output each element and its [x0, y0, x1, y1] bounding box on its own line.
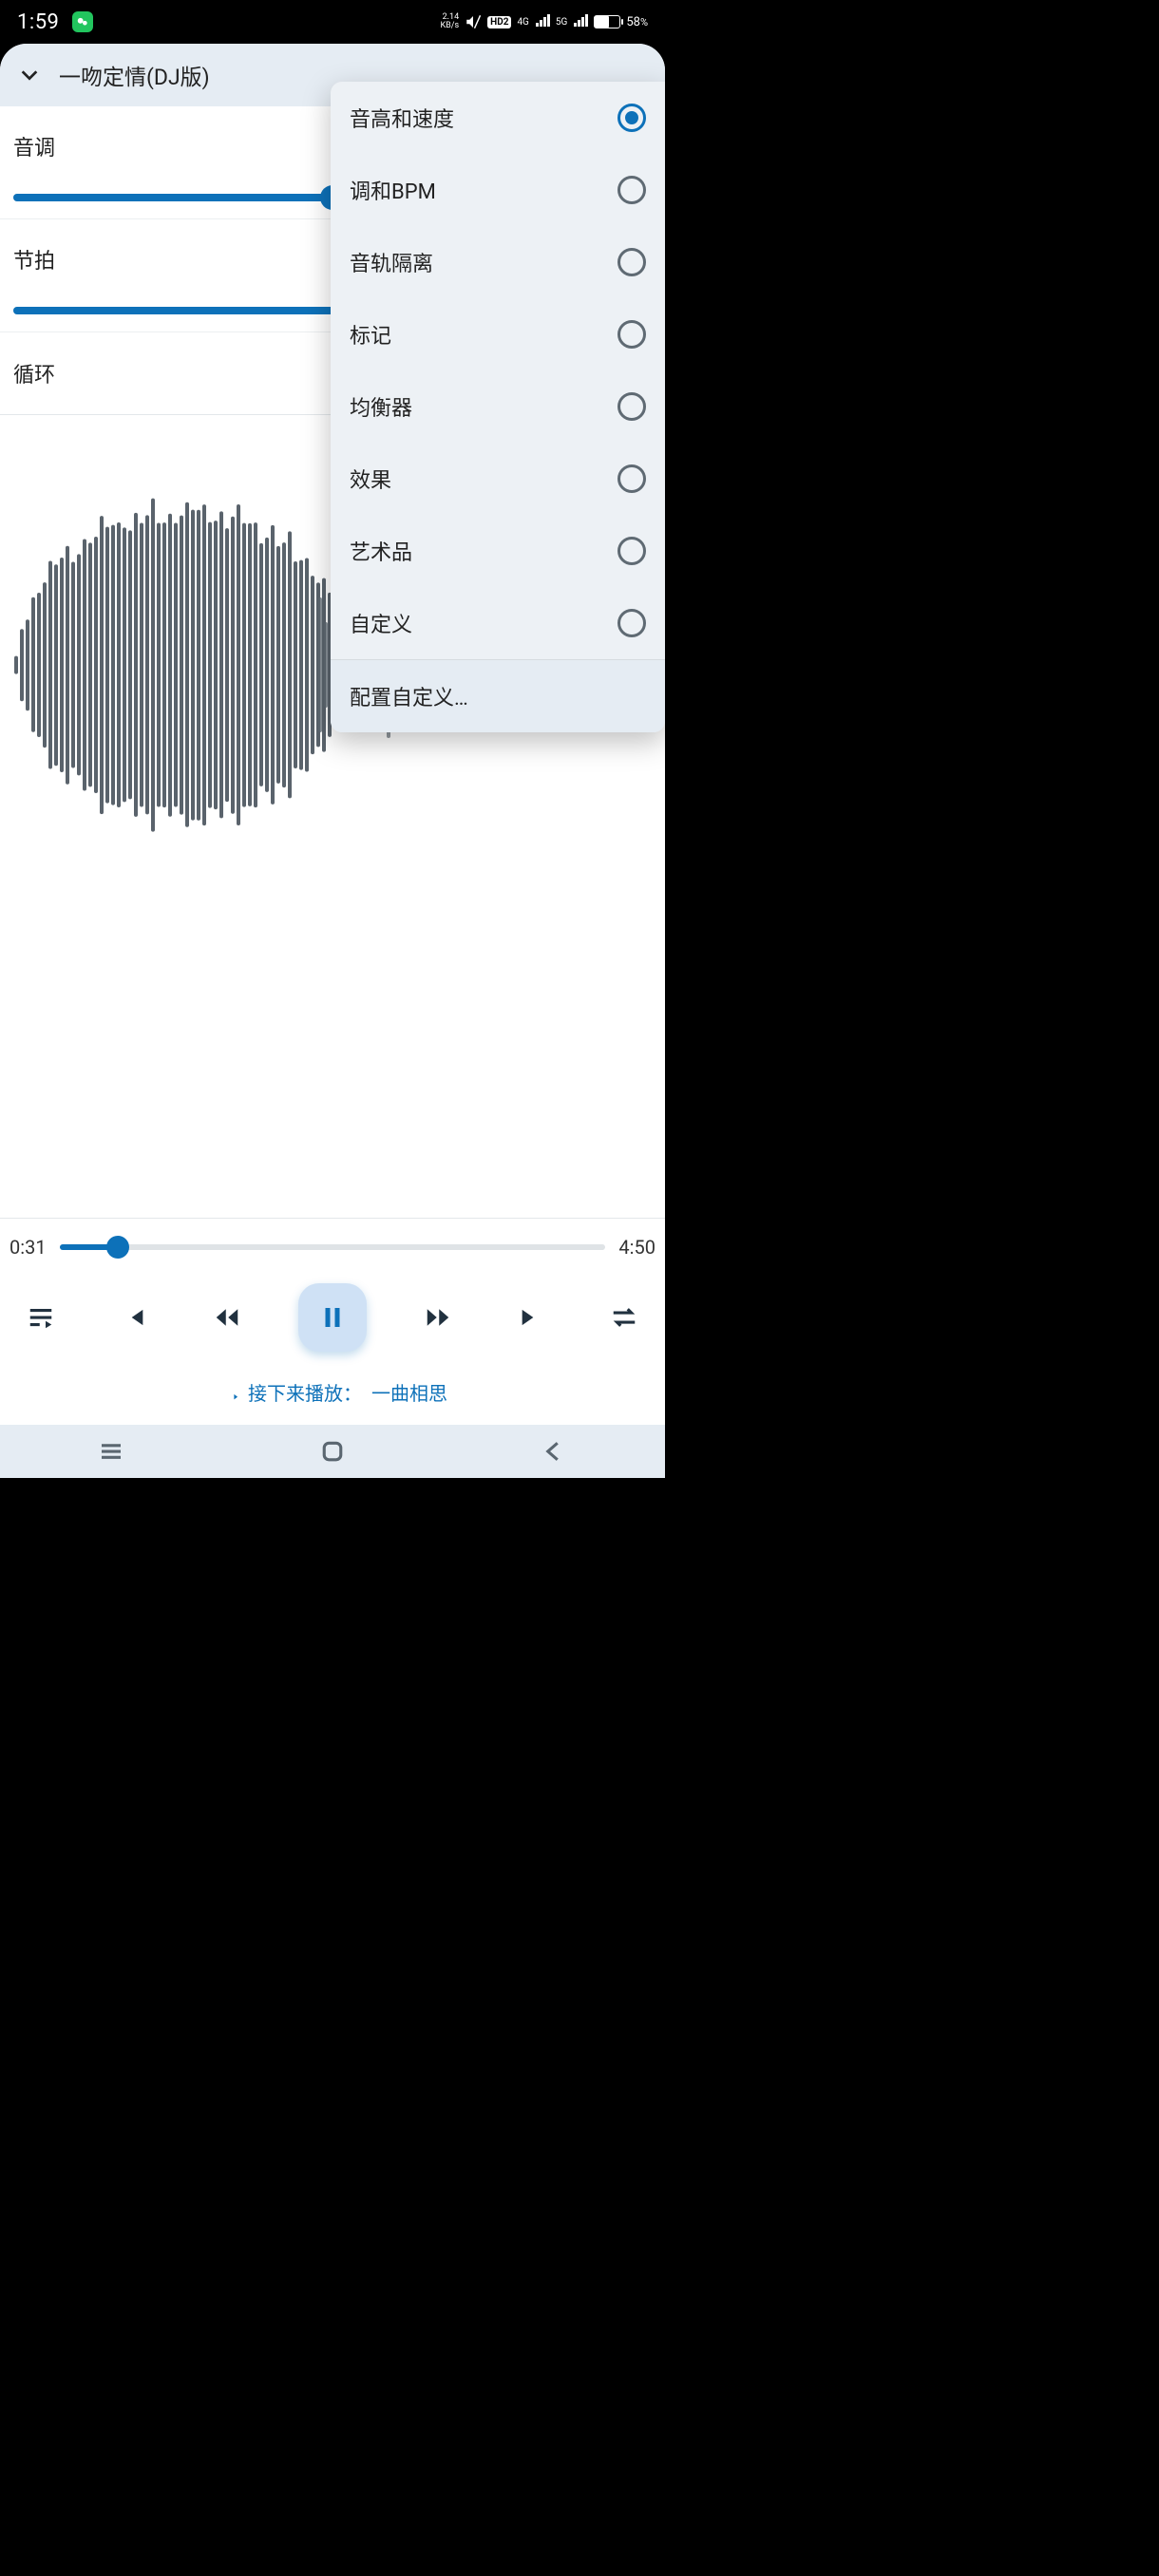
tempo-label: 节拍 — [13, 244, 55, 275]
battery-percent: 58% — [626, 15, 648, 29]
configure-custom-button[interactable]: 配置自定义… — [331, 660, 665, 732]
menu-option-label: 音高和速度 — [350, 103, 454, 133]
menu-option-7[interactable]: 自定义 — [331, 587, 665, 659]
net2-label: 5G — [556, 17, 567, 28]
hd2-badge: HD2 — [487, 16, 511, 28]
previous-track-button[interactable] — [112, 1296, 156, 1339]
view-options-menu: 音高和速度调和BPM 音轨隔离标记均衡器效果艺术品自定义配置自定义… — [331, 82, 665, 732]
menu-option-1[interactable]: 调和BPM — [331, 154, 665, 226]
menu-option-4[interactable]: 均衡器 — [331, 370, 665, 443]
menu-option-label: 音轨隔离 — [350, 247, 433, 277]
rewind-button[interactable] — [205, 1296, 249, 1339]
system-nav-bar — [0, 1425, 665, 1478]
up-next-track: 一曲相思 — [371, 1378, 447, 1406]
seek-slider[interactable] — [60, 1244, 606, 1250]
total-time: 4:50 — [618, 1236, 656, 1259]
radio-icon — [618, 104, 646, 132]
up-next-prefix: 接下来播放： — [248, 1378, 362, 1406]
status-time: 1:59 — [17, 10, 59, 34]
loop-label: 循环 — [13, 358, 55, 388]
forward-button[interactable] — [416, 1296, 460, 1339]
collapse-button[interactable] — [19, 65, 40, 85]
menu-option-label: 均衡器 — [350, 391, 412, 422]
track-title: 一吻定情(DJ版) — [59, 59, 210, 91]
playback-panel: 0:31 4:50 — [0, 1218, 665, 1425]
configure-custom-label: 配置自定义… — [350, 681, 468, 711]
pause-button[interactable] — [298, 1283, 367, 1352]
signal-bars-1-icon — [535, 14, 550, 30]
menu-option-label: 调和BPM — [350, 175, 436, 205]
pitch-label: 音调 — [13, 131, 55, 161]
mute-icon — [465, 13, 482, 30]
net-speed: 2.14 KB/s — [441, 13, 460, 30]
radio-icon — [618, 248, 646, 276]
repeat-button[interactable] — [602, 1296, 646, 1339]
menu-option-label: 自定义 — [350, 608, 412, 638]
radio-icon — [618, 320, 646, 349]
net1-label: 4G — [517, 17, 528, 28]
up-next-row[interactable]: 接下来播放： 一曲相思 — [10, 1361, 656, 1415]
wechat-notification-icon — [72, 11, 93, 32]
next-track-button[interactable] — [509, 1296, 553, 1339]
recent-apps-button[interactable] — [97, 1437, 125, 1466]
menu-option-6[interactable]: 艺术品 — [331, 515, 665, 587]
home-button[interactable] — [318, 1437, 347, 1466]
radio-icon — [618, 392, 646, 421]
radio-icon — [618, 464, 646, 493]
app-screen: 一吻定情(DJ版) 音调 +0.0 节拍 181% — [0, 44, 665, 1478]
signal-bars-2-icon — [573, 14, 588, 30]
menu-option-0[interactable]: 音高和速度 — [331, 82, 665, 154]
elapsed-time: 0:31 — [10, 1236, 47, 1259]
radio-icon — [618, 537, 646, 565]
menu-option-3[interactable]: 标记 — [331, 298, 665, 370]
status-bar: 1:59 2.14 KB/s HD2 4G 5G 58% — [0, 0, 665, 44]
menu-option-5[interactable]: 效果 — [331, 443, 665, 515]
menu-option-2[interactable]: 音轨隔离 — [331, 226, 665, 298]
radio-icon — [618, 176, 646, 204]
back-button[interactable] — [540, 1437, 568, 1466]
radio-icon — [618, 609, 646, 637]
menu-option-label: 效果 — [350, 464, 391, 494]
queue-button[interactable] — [19, 1296, 63, 1339]
battery-icon — [594, 15, 620, 28]
menu-option-label: 标记 — [350, 319, 391, 350]
menu-option-label: 艺术品 — [350, 536, 412, 566]
